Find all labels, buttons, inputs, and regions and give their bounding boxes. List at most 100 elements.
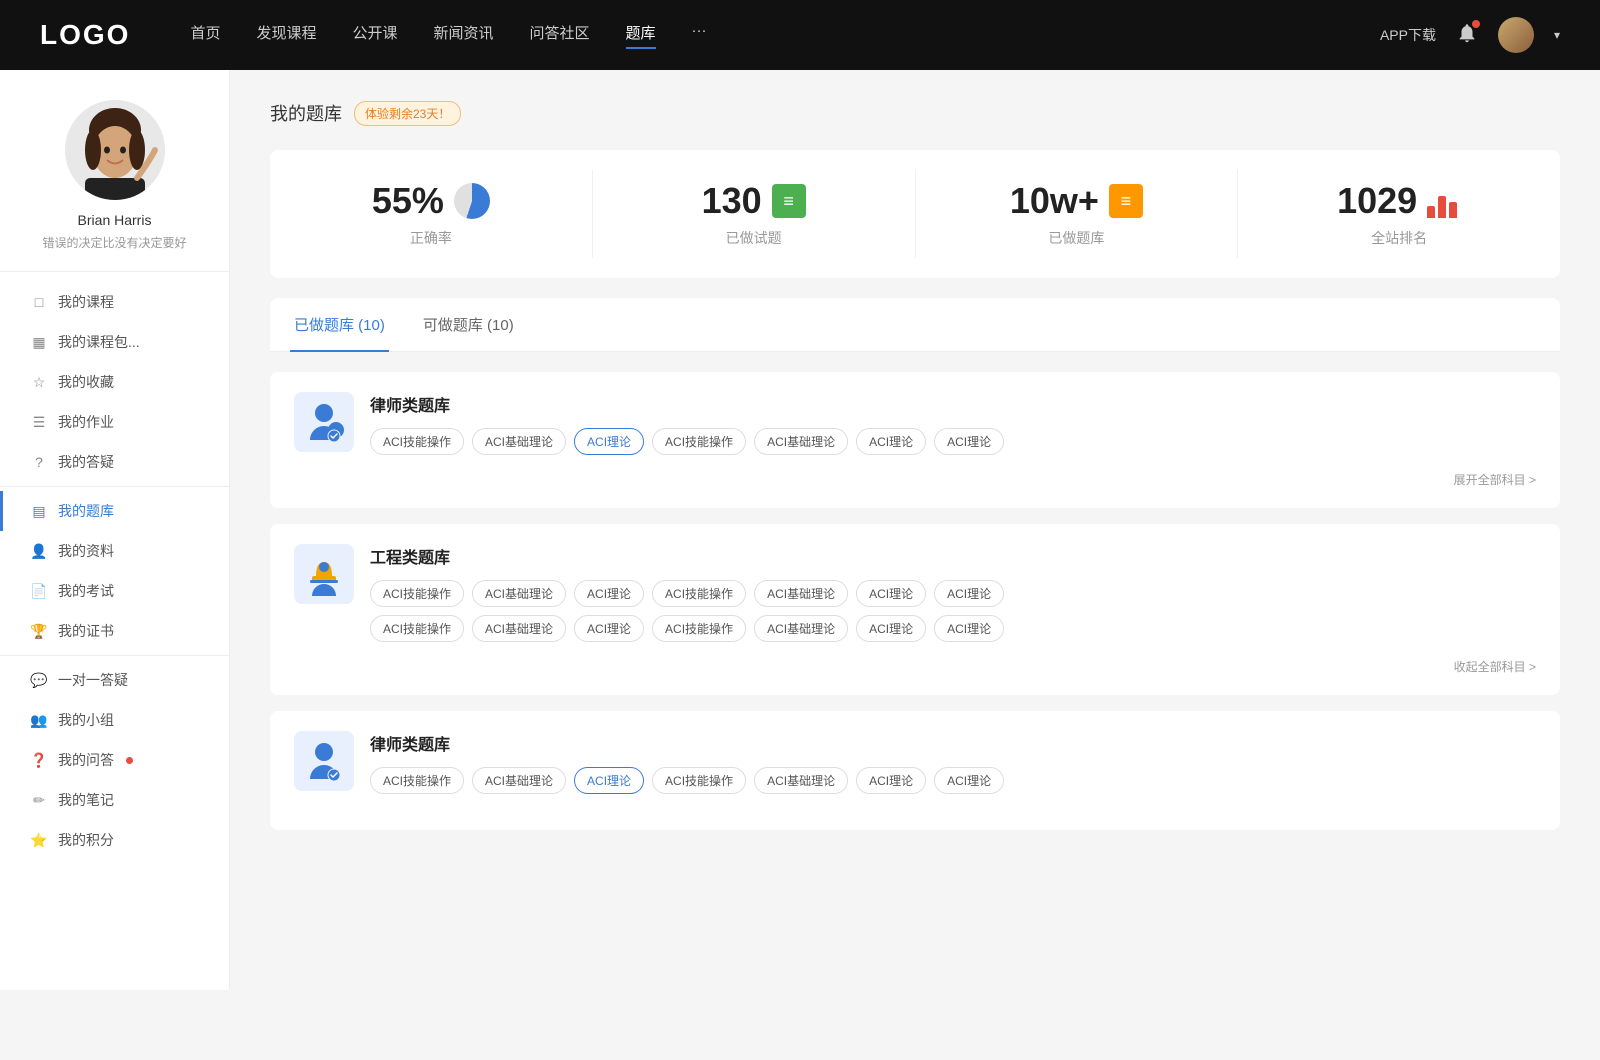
stat-row: 55% [290,180,572,222]
tag-item[interactable]: ACI技能操作 [370,767,464,794]
navbar: LOGO 首页 发现课程 公开课 新闻资讯 问答社区 题库 ··· APP下载 … [0,0,1600,70]
bank-title-area: 律师类题库 ACI技能操作 ACI基础理论 ACI理论 ACI技能操作 ACI基… [370,731,1536,794]
sidebar-item-groups[interactable]: 👥 我的小组 [0,700,229,740]
nav-discover[interactable]: 发现课程 [256,22,316,49]
lawyer-icon-svg [302,400,346,444]
stat-banks-done: 10w+ ≡ 已做题库 [916,170,1239,258]
tag-item-active[interactable]: ACI理论 [574,428,644,455]
tag-item[interactable]: ACI基础理论 [754,428,848,455]
main-content: 我的题库 体验剩余23天！ 55% 正确率 130 ≡ 已做试题 [230,70,1600,990]
tag-item[interactable]: ACI理论 [574,580,644,607]
notification-bell[interactable] [1456,22,1478,49]
tag-item[interactable]: ACI理论 [856,580,926,607]
user-menu-chevron[interactable]: ▾ [1554,28,1560,42]
courses-icon: □ [30,294,48,310]
tag-item[interactable]: ACI理论 [856,767,926,794]
bank-card-header: 律师类题库 ACI技能操作 ACI基础理论 ACI理论 ACI技能操作 ACI基… [294,392,1536,455]
banks-done-label: 已做题库 [936,228,1218,248]
tag-item[interactable]: ACI技能操作 [370,428,464,455]
nav-home[interactable]: 首页 [190,22,220,49]
nav-right: APP下载 ▾ [1380,17,1560,53]
user-name: Brian Harris [20,212,209,228]
tag-item[interactable]: ACI技能操作 [370,615,464,642]
tag-item[interactable]: ACI技能操作 [652,615,746,642]
nav-open-course[interactable]: 公开课 [352,22,397,49]
tag-item[interactable]: ACI技能操作 [652,767,746,794]
notification-dot [1472,20,1480,28]
bank-card-header: 工程类题库 ACI技能操作 ACI基础理论 ACI理论 ACI技能操作 ACI基… [294,544,1536,642]
expand-link[interactable]: 展开全部科目 > [294,471,1536,488]
chart-icon [1427,184,1461,218]
sidebar-item-label: 我的考试 [58,581,114,601]
tag-item[interactable]: ACI基础理论 [472,767,566,794]
tag-item[interactable]: ACI技能操作 [652,428,746,455]
qa-icon: ❓ [30,752,48,769]
stat-row: 130 ≡ [613,180,895,222]
bank-title: 律师类题库 [370,392,1536,416]
sidebar-item-points[interactable]: ⭐ 我的积分 [0,820,229,860]
sidebar-item-exams[interactable]: 📄 我的考试 [0,571,229,611]
sidebar-item-label: 我的答疑 [58,452,114,472]
tag-item[interactable]: ACI理论 [934,428,1004,455]
banks-done-number: 10w+ [1010,180,1099,222]
tag-item[interactable]: ACI基础理论 [472,428,566,455]
sidebar-item-homework[interactable]: ☰ 我的作业 [0,402,229,442]
bank-card-header: 律师类题库 ACI技能操作 ACI基础理论 ACI理论 ACI技能操作 ACI基… [294,731,1536,794]
tag-item[interactable]: ACI基础理论 [754,767,848,794]
tag-item[interactable]: ACI技能操作 [652,580,746,607]
tag-item[interactable]: ACI基础理论 [472,615,566,642]
nav-question-bank[interactable]: 题库 [626,22,656,49]
nav-more[interactable]: ··· [692,22,707,49]
sidebar-item-notes[interactable]: ✏ 我的笔记 [0,780,229,820]
sidebar-item-certificates[interactable]: 🏆 我的证书 [0,611,229,651]
sidebar-item-label: 我的收藏 [58,372,114,392]
doc-orange-icon: ≡ [1109,184,1143,218]
lawyer-bank-icon [294,392,354,452]
tab-available-banks[interactable]: 可做题库 (10) [419,298,518,351]
tag-item[interactable]: ACI技能操作 [370,580,464,607]
bar-2 [1438,196,1446,218]
sidebar-item-label: 我的课程包... [58,332,140,352]
sidebar-item-profile[interactable]: 👤 我的资料 [0,531,229,571]
tag-item[interactable]: ACI理论 [856,428,926,455]
collapse-link[interactable]: 收起全部科目 > [294,658,1536,675]
bank-title: 工程类题库 [370,544,1536,568]
tag-item[interactable]: ACI理论 [934,580,1004,607]
nav-qa[interactable]: 问答社区 [530,22,590,49]
points-icon: ⭐ [30,832,48,849]
tags-row: ACI技能操作 ACI基础理论 ACI理论 ACI技能操作 ACI基础理论 AC… [370,767,1536,794]
tag-item[interactable]: ACI基础理论 [754,580,848,607]
tag-item[interactable]: ACI理论 [934,767,1004,794]
sidebar-divider-1 [0,486,229,487]
nav-news[interactable]: 新闻资讯 [434,22,494,49]
tag-item[interactable]: ACI基础理论 [754,615,848,642]
sidebar-item-question-bank[interactable]: ▤ 我的题库 [0,491,229,531]
engineer-bank-icon [294,544,354,604]
sidebar-item-one-on-one[interactable]: 💬 一对一答疑 [0,660,229,700]
sidebar-item-label: 我的作业 [58,412,114,432]
bank-card-lawyer-1: 律师类题库 ACI技能操作 ACI基础理论 ACI理论 ACI技能操作 ACI基… [270,372,1560,508]
tag-item[interactable]: ACI基础理论 [472,580,566,607]
user-avatar[interactable] [1498,17,1534,53]
page-wrapper: Brian Harris 错误的决定比没有决定要好 □ 我的课程 ▦ 我的课程包… [0,70,1600,990]
accuracy-number: 55% [372,180,444,222]
app-download-button[interactable]: APP下载 [1380,25,1436,45]
sidebar-item-favorites[interactable]: ☆ 我的收藏 [0,362,229,402]
sidebar: Brian Harris 错误的决定比没有决定要好 □ 我的课程 ▦ 我的课程包… [0,70,230,990]
packages-icon: ▦ [30,334,48,351]
rank-number: 1029 [1337,180,1417,222]
tag-item-active[interactable]: ACI理论 [574,767,644,794]
sidebar-item-my-qa[interactable]: ❓ 我的问答 [0,740,229,780]
profile-icon: 👤 [30,543,48,560]
user-motto: 错误的决定比没有决定要好 [20,234,209,251]
tag-item[interactable]: ACI理论 [856,615,926,642]
chat-icon: 💬 [30,672,48,689]
tag-item[interactable]: ACI理论 [574,615,644,642]
tab-done-banks[interactable]: 已做题库 (10) [290,298,389,351]
page-title: 我的题库 [270,100,342,126]
bar-1 [1427,206,1435,218]
sidebar-item-course-packages[interactable]: ▦ 我的课程包... [0,322,229,362]
sidebar-item-courses[interactable]: □ 我的课程 [0,282,229,322]
sidebar-item-questions[interactable]: ? 我的答疑 [0,442,229,482]
tag-item[interactable]: ACI理论 [934,615,1004,642]
